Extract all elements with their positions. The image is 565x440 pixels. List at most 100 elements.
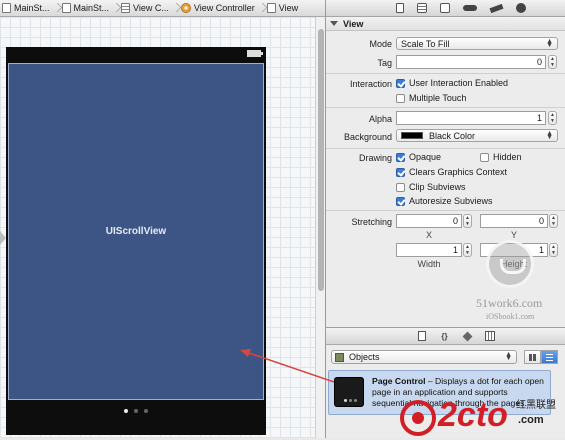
logo-cn-text: 红黑联盟 bbox=[516, 400, 556, 411]
page-control-icon bbox=[334, 377, 364, 407]
list-view-button[interactable] bbox=[541, 350, 558, 364]
divider bbox=[326, 73, 565, 74]
canvas-scrollbar[interactable] bbox=[315, 17, 325, 438]
file-inspector-icon[interactable] bbox=[395, 3, 404, 13]
disclosure-triangle-icon bbox=[330, 21, 338, 26]
chevron-right-icon bbox=[53, 0, 60, 16]
breadcrumb-item[interactable]: View C... bbox=[119, 0, 172, 16]
tag-field[interactable]: 0 bbox=[396, 55, 546, 69]
page-control[interactable] bbox=[6, 409, 266, 413]
identity-inspector-icon[interactable] bbox=[439, 3, 450, 13]
breadcrumb-label: View C... bbox=[133, 3, 169, 13]
clears-graphics-checkbox[interactable]: Clears Graphics Context bbox=[396, 167, 507, 177]
breadcrumb-label: MainSt... bbox=[14, 3, 50, 13]
checkbox-label: Opaque bbox=[409, 152, 442, 162]
alpha-stepper[interactable]: ▲ ▼ bbox=[548, 111, 557, 125]
connections-inspector-icon[interactable] bbox=[515, 3, 526, 13]
checkbox-checked-icon bbox=[396, 167, 405, 177]
media-library-icon[interactable] bbox=[484, 331, 495, 341]
logo-text: 2cto bbox=[438, 396, 508, 434]
library-filter-popup[interactable]: Objects ▲ ▼ bbox=[331, 350, 517, 364]
library-toolbar: {} bbox=[326, 327, 565, 345]
page-dot bbox=[134, 409, 138, 413]
scroll-view-label: UIScrollView bbox=[105, 226, 167, 237]
breadcrumb-item[interactable]: View bbox=[265, 0, 301, 16]
alpha-field[interactable]: 1 bbox=[396, 111, 546, 125]
scroll-view[interactable]: UIScrollView bbox=[8, 63, 264, 400]
code-snippet-icon[interactable]: {} bbox=[440, 331, 450, 341]
status-bar bbox=[6, 47, 266, 61]
stretch-y-field[interactable]: 0 bbox=[480, 214, 548, 228]
breadcrumb-item[interactable]: MainSt... bbox=[60, 0, 113, 16]
breadcrumb-item[interactable]: View Controller bbox=[179, 0, 258, 16]
file-template-icon[interactable] bbox=[417, 331, 426, 341]
stretch-x-stepper[interactable]: ▲ ▼ bbox=[463, 214, 472, 228]
logo-sub-text: .com bbox=[518, 414, 544, 426]
stretch-width-field[interactable]: 1 bbox=[396, 243, 462, 257]
background-value: Black Color bbox=[429, 130, 476, 141]
page-dot bbox=[124, 409, 128, 413]
mode-popup[interactable]: Scale To Fill ▲ ▼ bbox=[396, 37, 558, 50]
hidden-checkbox[interactable]: Hidden bbox=[480, 152, 522, 162]
grid-view-button[interactable] bbox=[524, 350, 541, 364]
battery-icon bbox=[247, 50, 263, 57]
section-title: View bbox=[343, 18, 364, 29]
autoresize-checkbox[interactable]: Autoresize Subviews bbox=[396, 196, 493, 206]
storyboard-canvas[interactable]: UIScrollView bbox=[0, 17, 325, 438]
objects-icon bbox=[335, 352, 344, 362]
table-icon bbox=[121, 3, 131, 13]
multiple-touch-checkbox[interactable]: Multiple Touch bbox=[396, 93, 466, 103]
breadcrumb-label: MainSt... bbox=[73, 3, 110, 13]
clip-subviews-checkbox[interactable]: Clip Subviews bbox=[396, 182, 466, 192]
scrollbar-thumb[interactable] bbox=[318, 29, 324, 291]
file-icon bbox=[61, 3, 71, 13]
background-popup[interactable]: Black Color ▲ ▼ bbox=[396, 129, 558, 142]
mode-label: Mode bbox=[369, 39, 392, 49]
breadcrumb-item[interactable]: MainSt... bbox=[0, 0, 53, 16]
drawing-label: Drawing bbox=[358, 153, 392, 163]
library-filter-value: Objects bbox=[349, 352, 380, 362]
attributes-inspector-icon[interactable] bbox=[462, 5, 477, 11]
stretch-height-stepper[interactable]: ▲ ▼ bbox=[549, 243, 558, 257]
divider bbox=[326, 148, 565, 149]
stretch-width-stepper[interactable]: ▲ ▼ bbox=[463, 243, 472, 257]
view-icon bbox=[266, 3, 276, 13]
watermark-text: iOSbook1.com bbox=[486, 312, 535, 321]
stretch-x-field[interactable]: 0 bbox=[396, 214, 462, 228]
site-logo: 2cto .com 红黑联盟 bbox=[400, 390, 565, 438]
view-section-header[interactable]: View bbox=[326, 17, 565, 31]
jump-bar: MainSt... MainSt... View C... View Contr… bbox=[0, 0, 325, 17]
popup-arrows-icon: ▲ ▼ bbox=[505, 351, 512, 362]
checkbox-unchecked-icon bbox=[396, 93, 405, 103]
user-interaction-checkbox[interactable]: User Interaction Enabled bbox=[396, 78, 508, 88]
checkbox-checked-icon bbox=[396, 78, 405, 88]
opaque-checkbox[interactable]: Opaque bbox=[396, 152, 441, 162]
checkbox-label: Clears Graphics Context bbox=[409, 167, 508, 177]
popup-arrows-icon: ▲ ▼ bbox=[546, 130, 553, 141]
size-inspector-icon[interactable] bbox=[489, 3, 503, 13]
checkbox-label: Clip Subviews bbox=[409, 182, 466, 192]
breadcrumb-label: View Controller bbox=[193, 3, 255, 13]
color-swatch bbox=[401, 132, 423, 139]
breadcrumb-label: View bbox=[278, 3, 299, 13]
x-caption: X bbox=[425, 230, 432, 240]
stretch-y-stepper[interactable]: ▲ ▼ bbox=[549, 214, 558, 228]
library-item-title: Page Control bbox=[372, 376, 426, 386]
quick-help-icon[interactable] bbox=[416, 3, 427, 13]
iphone-scene[interactable]: UIScrollView bbox=[6, 47, 266, 435]
background-label: Background bbox=[343, 132, 392, 142]
checkbox-checked-icon bbox=[396, 152, 405, 162]
width-caption: Width bbox=[417, 259, 441, 269]
alpha-label: Alpha bbox=[368, 114, 392, 124]
popup-arrows-icon: ▲ ▼ bbox=[546, 38, 553, 49]
y-caption: Y bbox=[510, 230, 517, 240]
checkbox-checked-icon bbox=[396, 196, 405, 206]
tag-stepper[interactable]: ▲ ▼ bbox=[548, 55, 557, 69]
object-library-icon[interactable] bbox=[462, 331, 472, 341]
stretching-label: Stretching bbox=[351, 217, 392, 227]
utilities-panel: View Mode Scale To Fill ▲ ▼ Tag 0 ▲ ▼ Inter… bbox=[325, 0, 565, 438]
watermark-text: 51work6.com bbox=[476, 296, 543, 310]
page-dot bbox=[144, 409, 148, 413]
interaction-label: Interaction bbox=[349, 79, 392, 89]
chevron-right-icon bbox=[172, 0, 179, 16]
